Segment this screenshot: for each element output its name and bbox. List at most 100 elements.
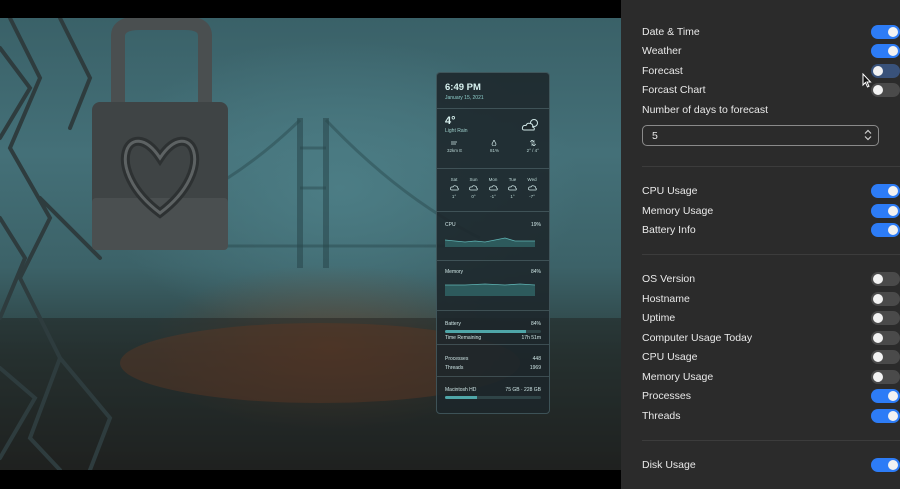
forecast-day-name: Tue — [508, 177, 517, 182]
forcast-chart-toggle[interactable] — [871, 83, 900, 97]
setting-days-to-forecast: Number of days to forecast — [642, 102, 882, 118]
battery-info-toggle[interactable] — [871, 223, 900, 237]
widget-forecast-section: Sat 1° Sun 0° Mon -1° Tue 1° Wed -7° — [437, 169, 549, 212]
setting-label: Hostname — [642, 293, 690, 305]
setting-disk-usage: Disk Usage — [642, 457, 900, 473]
days-to-forecast-select[interactable]: 5 — [642, 125, 879, 146]
widget-cpu-value: 19% — [530, 222, 541, 228]
pointer-cursor-icon — [862, 73, 872, 88]
memory-usage-2-toggle[interactable] — [871, 370, 900, 384]
computer-usage-today-toggle[interactable] — [871, 331, 900, 345]
setting-label: CPU Usage — [642, 185, 698, 197]
setting-label: OS Version — [642, 273, 696, 285]
setting-memory-usage: Memory Usage — [642, 203, 900, 219]
setting-os-version: OS Version — [642, 271, 900, 287]
forecast-day-temp: -7° — [529, 194, 535, 199]
widget-weather-section: 4° Light Rain 32km E 81% 2° / 4° — [437, 109, 549, 169]
widget-threads-label: Threads — [445, 365, 464, 371]
cpu-usage-2-toggle[interactable] — [871, 350, 900, 364]
weather-toggle[interactable] — [871, 44, 900, 58]
toggle-knob — [888, 206, 898, 216]
setting-label: Forcast Chart — [642, 84, 706, 96]
forecast-day-name: Wed — [527, 177, 537, 182]
toggle-knob — [873, 352, 883, 362]
toggle-knob — [873, 274, 883, 284]
setting-label: Weather — [642, 45, 682, 57]
disk-bar-fill — [445, 396, 477, 399]
hostname-toggle[interactable] — [871, 292, 900, 306]
widget-date: January 15, 2021 — [445, 95, 484, 101]
forecast-day-temp: 1° — [510, 194, 515, 199]
widget-threads-value: 1969 — [529, 365, 541, 371]
forecast-toggle[interactable] — [871, 64, 900, 78]
widget-condition: Light Rain — [445, 128, 468, 134]
widget-temperature: 4° — [445, 115, 456, 127]
toggle-knob — [888, 411, 898, 421]
widget-processes-value: 448 — [532, 356, 541, 362]
memory-graph — [445, 283, 536, 296]
toggle-knob — [888, 225, 898, 235]
toggle-knob — [888, 27, 898, 37]
widget-humidity: 81% — [489, 148, 499, 153]
setting-label: Computer Usage Today — [642, 332, 753, 344]
toggle-knob — [888, 460, 898, 470]
date-time-toggle[interactable] — [871, 25, 900, 39]
setting-forcast-chart: Forcast Chart — [642, 82, 900, 98]
widget-time-remaining-label: Time Remaining — [445, 335, 482, 341]
toggle-knob — [873, 66, 883, 76]
toggle-knob — [873, 85, 883, 95]
widget-cpu-label: CPU — [445, 222, 456, 228]
system-widget: 6:49 PM January 15, 2021 4° Light Rain 3… — [436, 72, 550, 414]
section-divider — [642, 440, 900, 441]
up-down-chevron-icon — [864, 129, 872, 141]
setting-threads: Threads — [642, 408, 900, 424]
widget-time: 6:49 PM — [445, 82, 481, 93]
os-version-toggle[interactable] — [871, 272, 900, 286]
setting-cpu-usage-2: CPU Usage — [642, 349, 900, 365]
widget-disk-label: Macintosh HD — [445, 387, 477, 393]
setting-uptime: Uptime — [642, 310, 900, 326]
forecast-day-name: Sat — [450, 177, 458, 182]
cpu-usage-toggle[interactable] — [871, 184, 900, 198]
setting-date-time: Date & Time — [642, 24, 900, 40]
setting-battery-info: Battery Info — [642, 222, 900, 238]
widget-battery-value: 84% — [530, 321, 541, 327]
setting-label: CPU Usage — [642, 351, 698, 363]
setting-cpu-usage: CPU Usage — [642, 183, 900, 199]
settings-panel: Date & Time Weather Forecast Forcast Cha… — [621, 0, 900, 489]
processes-toggle[interactable] — [871, 389, 900, 403]
forecast-day: Sat 1° — [445, 177, 463, 199]
section-divider — [642, 254, 900, 255]
setting-label: Processes — [642, 390, 692, 402]
up-down-arrows-icon — [529, 139, 537, 147]
setting-label: Threads — [642, 410, 681, 422]
forecast-day: Tue 1° — [504, 177, 522, 199]
memory-usage-toggle[interactable] — [871, 204, 900, 218]
wind-icon — [450, 141, 457, 145]
setting-label: Uptime — [642, 312, 676, 324]
widget-processes-section: Processes 448 Threads 1969 — [437, 345, 549, 377]
setting-label: Number of days to forecast — [642, 104, 769, 116]
disk-usage-toggle[interactable] — [871, 458, 900, 472]
uptime-toggle[interactable] — [871, 311, 900, 325]
setting-label: Memory Usage — [642, 205, 714, 217]
toggle-knob — [888, 186, 898, 196]
toggle-knob — [873, 294, 883, 304]
widget-memory-section: Memory 84% — [437, 261, 549, 311]
forecast-day-name: Mon — [488, 177, 498, 182]
widget-memory-label: Memory — [445, 269, 464, 275]
rain-cloud-icon — [508, 185, 517, 191]
toggle-knob — [873, 333, 883, 343]
widget-battery-label: Battery — [445, 321, 461, 327]
forecast-day-temp: -1° — [490, 194, 496, 199]
widget-wind: 32km E — [447, 148, 463, 153]
rain-cloud-icon — [449, 185, 459, 191]
threads-toggle[interactable] — [871, 409, 900, 423]
toggle-knob — [873, 372, 883, 382]
toggle-knob — [888, 46, 898, 56]
forecast-day-temp: 0° — [471, 194, 476, 199]
forecast-day: Sun 0° — [465, 177, 483, 199]
setting-forecast: Forecast — [642, 63, 900, 79]
forecast-day: Wed -7° — [523, 177, 541, 199]
forecast-day-temp: 1° — [451, 194, 457, 199]
